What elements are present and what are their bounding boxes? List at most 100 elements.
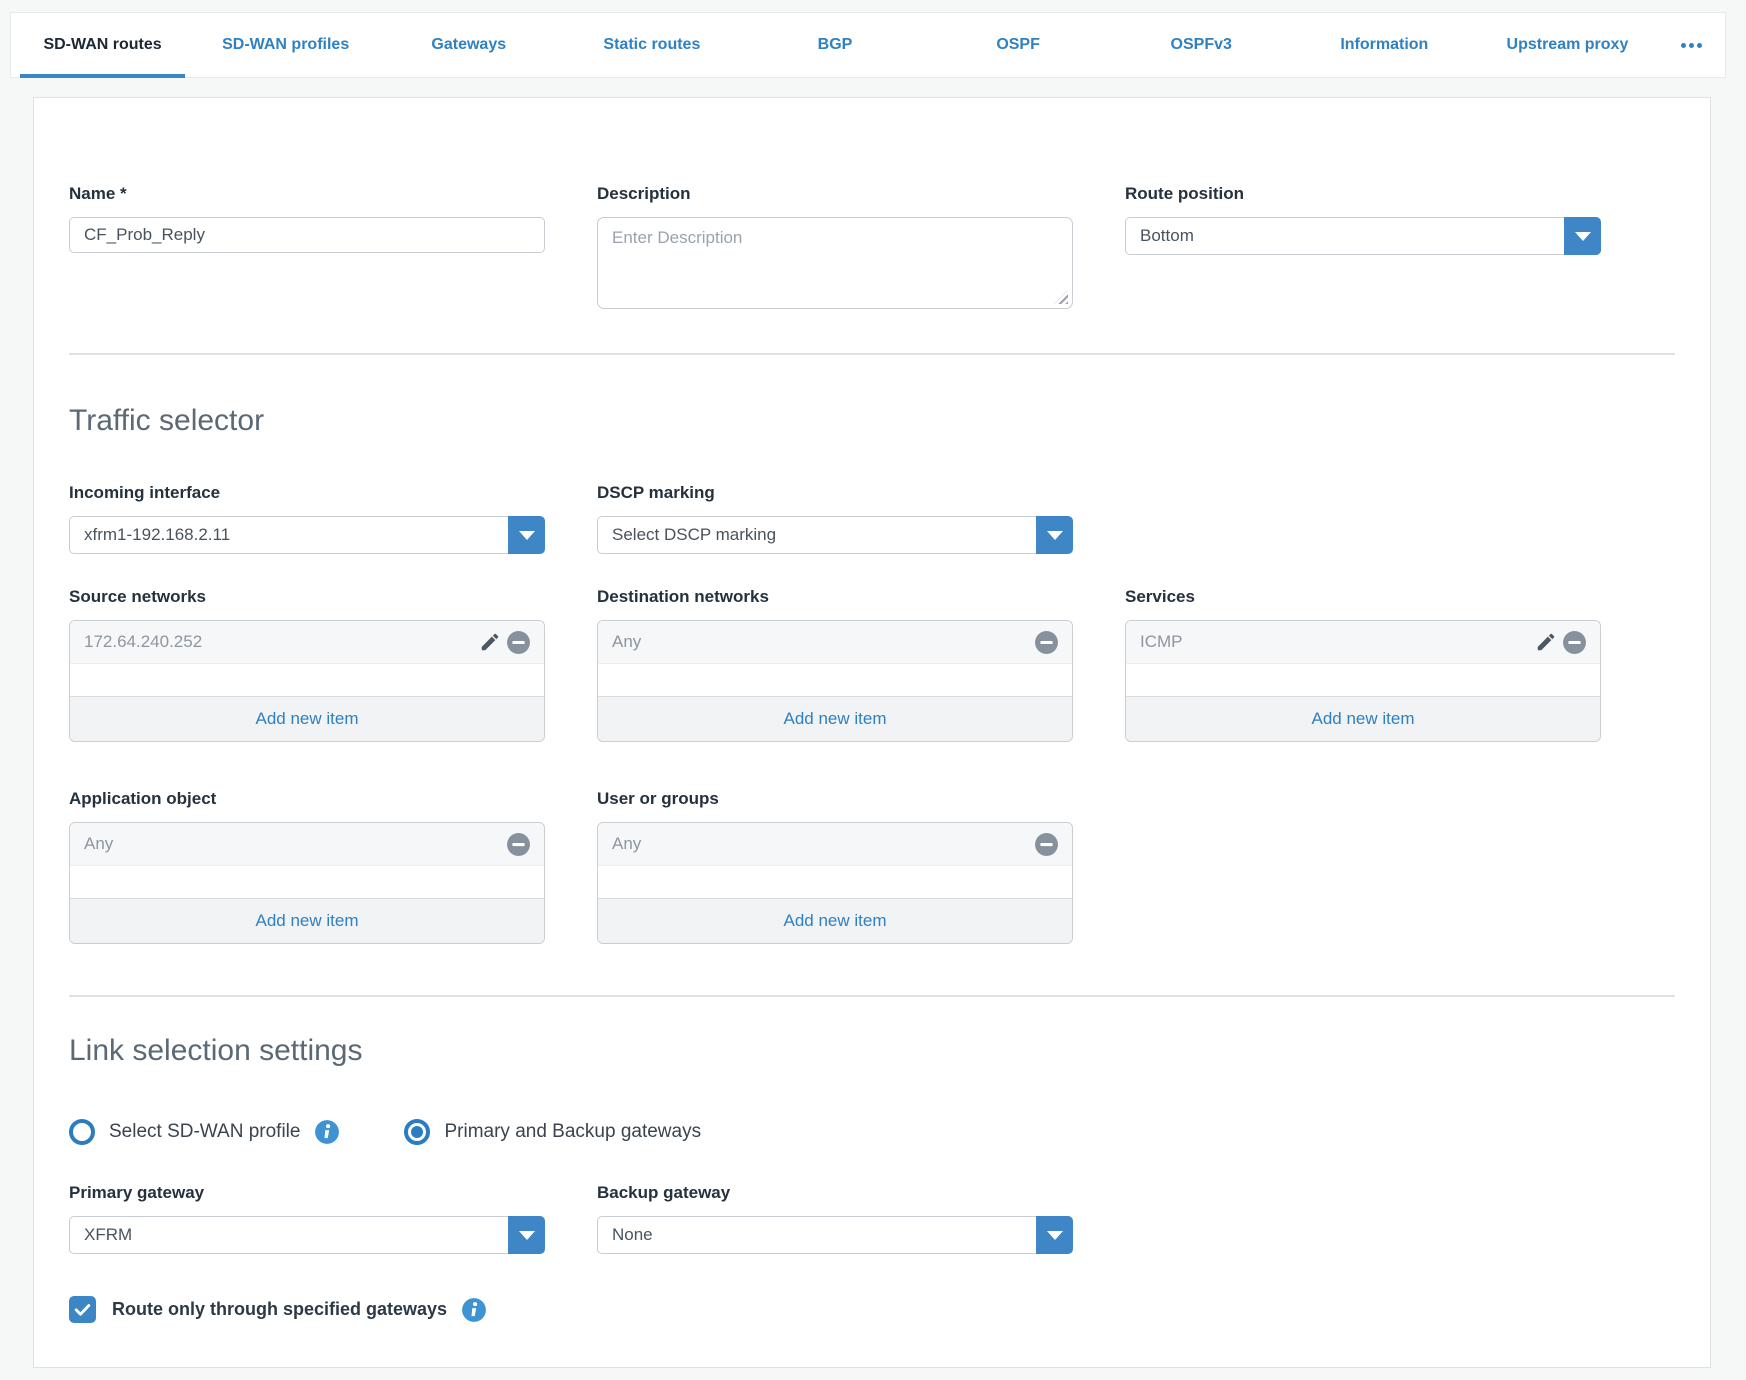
destination-network-value: Any <box>612 632 1032 652</box>
dscp-marking-label: DSCP marking <box>597 483 1073 503</box>
source-network-value: 172.64.240.252 <box>84 632 476 652</box>
tab-sdwan-profiles[interactable]: SD-WAN profiles <box>194 13 377 77</box>
backup-gateway-field-group: Backup gateway None <box>597 1183 1073 1254</box>
chevron-down-icon <box>1047 531 1063 540</box>
dropdown-button[interactable] <box>1036 1216 1073 1254</box>
user-or-groups-field-group: User or groups Any Add new item <box>597 789 1073 944</box>
remove-item-button[interactable] <box>504 628 532 656</box>
route-position-dropdown[interactable]: Bottom <box>1125 217 1601 255</box>
route-only-checkbox[interactable] <box>69 1296 96 1323</box>
dscp-marking-dropdown[interactable]: Select DSCP marking <box>597 516 1073 554</box>
radio-unselected-icon[interactable] <box>69 1119 95 1145</box>
minus-circle-icon <box>1034 630 1059 655</box>
chevron-down-icon <box>1047 1231 1063 1240</box>
sdwan-profile-info-button[interactable] <box>314 1119 340 1145</box>
list-empty-area <box>598 664 1072 696</box>
primary-gateway-label: Primary gateway <box>69 1183 545 1203</box>
list-item: Any <box>598 823 1072 866</box>
pencil-icon <box>1535 631 1557 653</box>
application-users-row: Application object Any Add new item User… <box>69 789 1675 944</box>
name-label: Name * <box>69 184 545 204</box>
chevron-down-icon <box>1575 232 1591 241</box>
services-field-group: Services ICMP Add new item <box>1125 587 1601 742</box>
source-networks-label: Source networks <box>69 587 545 607</box>
dropdown-button[interactable] <box>1564 217 1601 255</box>
tab-ospf[interactable]: OSPF <box>927 13 1110 77</box>
description-label: Description <box>597 184 1073 204</box>
more-tabs-button[interactable] <box>1659 13 1725 77</box>
info-circle-icon <box>461 1297 487 1323</box>
services-label: Services <box>1125 587 1601 607</box>
dscp-marking-placeholder: Select DSCP marking <box>598 517 1036 553</box>
destination-networks-field-group: Destination networks Any Add new item <box>597 587 1073 742</box>
backup-gateway-dropdown[interactable]: None <box>597 1216 1073 1254</box>
list-empty-area <box>598 866 1072 898</box>
route-only-info-button[interactable] <box>461 1297 487 1323</box>
application-object-label: Application object <box>69 789 545 809</box>
ellipsis-icon <box>1681 43 1686 48</box>
link-selection-title: Link selection settings <box>69 1033 1675 1069</box>
primary-gateway-dropdown[interactable]: XFRM <box>69 1216 545 1254</box>
tab-static-routes[interactable]: Static routes <box>560 13 743 77</box>
dropdown-button[interactable] <box>508 1216 545 1254</box>
radio-selected-icon[interactable] <box>404 1119 430 1145</box>
dscp-marking-field-group: DSCP marking Select DSCP marking <box>597 483 1073 554</box>
source-networks-field-group: Source networks 172.64.240.252 Add new i… <box>69 587 545 742</box>
list-item: Any <box>70 823 544 866</box>
incoming-interface-label: Incoming interface <box>69 483 545 503</box>
list-empty-area <box>70 866 544 898</box>
remove-item-button[interactable] <box>1032 830 1060 858</box>
primary-gateway-value: XFRM <box>70 1217 508 1253</box>
application-object-value: Any <box>84 834 504 854</box>
route-position-field-group: Route position Bottom <box>1125 184 1601 309</box>
tab-bar: SD-WAN routes SD-WAN profiles Gateways S… <box>10 12 1726 78</box>
user-or-groups-listbox: Any Add new item <box>597 822 1073 944</box>
application-object-listbox: Any Add new item <box>69 822 545 944</box>
tab-gateways[interactable]: Gateways <box>377 13 560 77</box>
info-circle-icon <box>314 1119 340 1145</box>
tab-bgp[interactable]: BGP <box>743 13 926 77</box>
add-new-item-button[interactable]: Add new item <box>70 898 544 943</box>
section-divider <box>69 995 1675 997</box>
destination-networks-listbox: Any Add new item <box>597 620 1073 742</box>
check-icon <box>73 1300 92 1319</box>
tab-ospfv3[interactable]: OSPFv3 <box>1110 13 1293 77</box>
radio-select-sdwan-profile[interactable]: Select SD-WAN profile <box>69 1119 300 1145</box>
remove-item-button[interactable] <box>1560 628 1588 656</box>
traffic-selector-title: Traffic selector <box>69 403 1675 439</box>
source-networks-listbox: 172.64.240.252 Add new item <box>69 620 545 742</box>
edit-item-button[interactable] <box>1532 628 1560 656</box>
add-new-item-button[interactable]: Add new item <box>70 696 544 741</box>
incoming-interface-dropdown[interactable]: xfrm1-192.168.2.11 <box>69 516 545 554</box>
minus-circle-icon <box>506 832 531 857</box>
edit-item-button[interactable] <box>476 628 504 656</box>
route-position-label: Route position <box>1125 184 1601 204</box>
destination-networks-label: Destination networks <box>597 587 1073 607</box>
remove-item-button[interactable] <box>1032 628 1060 656</box>
tab-sdwan-routes[interactable]: SD-WAN routes <box>11 13 194 77</box>
service-value: ICMP <box>1140 632 1532 652</box>
section-divider <box>69 353 1675 355</box>
chevron-down-icon <box>519 1231 535 1240</box>
dropdown-button[interactable] <box>508 516 545 554</box>
radio-primary-backup-gateways[interactable]: Primary and Backup gateways <box>404 1119 701 1145</box>
radio-label: Select SD-WAN profile <box>109 1121 300 1143</box>
minus-circle-icon <box>506 630 531 655</box>
tab-information[interactable]: Information <box>1293 13 1476 77</box>
remove-item-button[interactable] <box>504 830 532 858</box>
dropdown-button[interactable] <box>1036 516 1073 554</box>
list-empty-area <box>70 664 544 696</box>
chevron-down-icon <box>519 531 535 540</box>
add-new-item-button[interactable]: Add new item <box>1126 696 1600 741</box>
user-or-groups-label: User or groups <box>597 789 1073 809</box>
list-item: Any <box>598 621 1072 664</box>
general-fields-row: Name * Description Route position Bottom <box>69 184 1675 309</box>
add-new-item-button[interactable]: Add new item <box>598 898 1072 943</box>
list-item: 172.64.240.252 <box>70 621 544 664</box>
name-input[interactable] <box>69 217 545 253</box>
add-new-item-button[interactable]: Add new item <box>598 696 1072 741</box>
description-textarea[interactable] <box>597 217 1073 309</box>
user-or-groups-value: Any <box>612 834 1032 854</box>
tab-upstream-proxy[interactable]: Upstream proxy <box>1476 13 1659 77</box>
name-field-group: Name * <box>69 184 545 309</box>
